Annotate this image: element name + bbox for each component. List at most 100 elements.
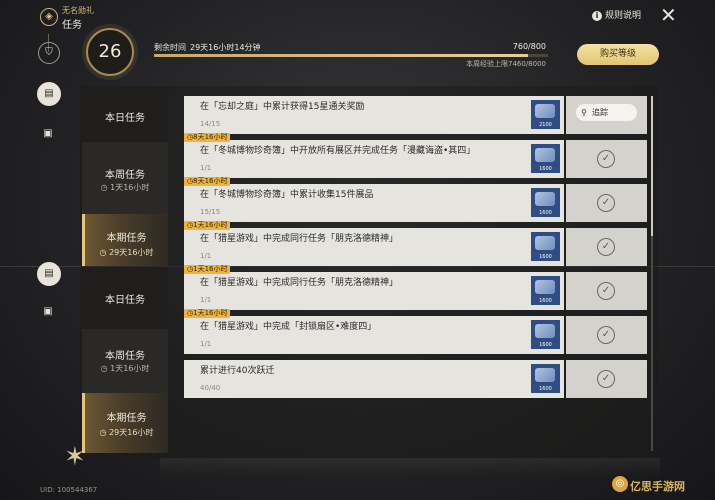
task-row: ◷1天16小时 在「猎星游戏」中完成同行任务「朋克洛德精神」 1/1 1600: [184, 221, 564, 266]
tab-weekly[interactable]: 本周任务 ◷ 1天16小时: [82, 142, 168, 214]
weekly-xp-cap: 本周经验上限7460/8000: [466, 60, 546, 68]
tab-label: 本日任务: [105, 113, 145, 124]
clock-icon: ◷: [100, 183, 111, 192]
check-circle-icon: ✓: [597, 150, 615, 168]
page-title: 任务: [62, 20, 82, 31]
task-row: ◷8天16小时 在「冬城博物珍奇簿」中累计收集15件展品 15/15 1600: [184, 177, 564, 222]
task-action-cell: ✓: [566, 272, 647, 310]
tab-timer: 29天16小时: [109, 248, 154, 257]
reward-item[interactable]: 1600: [531, 232, 560, 261]
reward-art-icon: [535, 236, 555, 250]
check-circle-icon: ✓: [597, 326, 615, 344]
reward-item[interactable]: 1600: [531, 320, 560, 349]
level-badge: 26: [86, 28, 134, 76]
task-progress: 1/1: [200, 340, 212, 348]
task-progress: 1/1: [200, 252, 212, 260]
reward-art-icon: [535, 324, 555, 338]
location-pin-icon: ⚲: [581, 108, 587, 117]
reward-item[interactable]: 1600: [531, 188, 560, 217]
track-label: 追踪: [592, 108, 608, 117]
reward-art-icon: [535, 368, 555, 382]
tab-season[interactable]: 本期任务 ◷ 29天16小时: [82, 393, 168, 453]
crystal-star-icon: ✶: [64, 442, 86, 472]
tab-label: 本周任务: [105, 170, 145, 181]
task-action-cell: ✓: [566, 184, 647, 222]
task-description: 在「猎星游戏」中完成同行任务「朋克洛德精神」: [200, 278, 399, 288]
remaining-time-value: 29天16小时14分钟: [190, 43, 261, 52]
rules-button[interactable]: i 规则说明: [592, 8, 641, 21]
track-button[interactable]: ⚲ 追踪: [576, 104, 637, 121]
task-description: 在「猎星游戏」中完成「封锁扇区•难度四」: [200, 322, 377, 332]
reward-amount: 1600: [539, 166, 552, 172]
task-timer-tag: ◷8天16小时: [184, 133, 231, 142]
task-action-cell: ✓: [566, 316, 647, 354]
tab-weekly[interactable]: 本周任务 ◷ 1天16小时: [82, 329, 168, 393]
task-action-cell: ✓: [566, 140, 647, 178]
check-circle-icon: ✓: [597, 194, 615, 212]
xp-progress-fill: [154, 54, 529, 57]
task-timer-tag: ◷8天16小时: [184, 177, 231, 186]
shop-icon[interactable]: ▣: [38, 302, 58, 322]
page-subtitle: 无名勋礼: [62, 6, 94, 15]
reward-amount: 1600: [539, 342, 552, 348]
footer-glow: [160, 458, 660, 476]
reward-amount: 1600: [539, 298, 552, 304]
reward-amount: 2100: [539, 122, 552, 128]
buy-level-button[interactable]: 购买等级: [577, 44, 659, 65]
reward-item[interactable]: 1600: [531, 144, 560, 173]
task-timer-tag: ◷1天16小时: [184, 221, 231, 230]
task-row: ◷8天16小时 在「冬城博物珍奇簿」中开放所有展区并完成任务「漫藏诲盗•其四」 …: [184, 133, 564, 178]
task-timer-tag: ◷1天16小时: [184, 265, 231, 274]
reward-item[interactable]: 2100: [531, 100, 560, 129]
honor-logo-icon: ◈: [40, 8, 58, 26]
reward-art-icon: [535, 280, 555, 294]
task-row: 累计进行40次跃迁 40/40 1600: [184, 360, 564, 398]
task-clipboard-icon[interactable]: ▤: [37, 262, 61, 286]
reward-art-icon: [535, 192, 555, 206]
task-progress: 1/1: [200, 296, 212, 304]
rules-label: 规则说明: [605, 11, 642, 21]
task-action-cell: ✓: [566, 360, 647, 398]
reward-item[interactable]: 1600: [531, 364, 560, 393]
uid-label: UID: 100544367: [40, 486, 98, 494]
tab-label: 本期任务: [106, 233, 147, 244]
task-description: 在「冬城博物珍奇簿」中累计收集15件展品: [200, 190, 374, 200]
scrollbar-thumb[interactable]: [651, 96, 653, 236]
info-icon: i: [592, 11, 602, 21]
task-description: 在「冬城博物珍奇簿」中开放所有展区并完成任务「漫藏诲盗•其四」: [200, 146, 476, 156]
tab-season[interactable]: 本期任务 ◷ 29天16小时: [82, 214, 168, 266]
reward-item[interactable]: 1600: [531, 276, 560, 305]
task-row: ◷1天16小时 在「猎星游戏」中完成同行任务「朋克洛德精神」 1/1 1600: [184, 265, 564, 310]
task-progress: 14/15: [200, 120, 221, 128]
task-description: 在「猎星游戏」中完成同行任务「朋克洛德精神」: [200, 234, 399, 244]
tab-label: 本周任务: [105, 351, 145, 362]
check-circle-icon: ✓: [597, 238, 615, 256]
shield-icon[interactable]: ⛉: [38, 42, 60, 64]
clock-icon: ◷: [99, 428, 110, 437]
tab-timer: 1天16小时: [110, 183, 150, 192]
check-circle-icon: ✓: [597, 282, 615, 300]
tab-daily[interactable]: 本日任务: [82, 267, 168, 329]
task-clipboard-icon[interactable]: ▤: [37, 82, 61, 106]
tab-daily[interactable]: 本日任务: [82, 86, 168, 142]
xp-progress-bar: [154, 54, 548, 57]
watermark-text: 亿思手游网: [630, 480, 685, 493]
task-description: 在「忘却之庭」中累计获得15星通关奖励: [200, 102, 365, 112]
tab-timer: 29天16小时: [109, 428, 154, 437]
remaining-time-label: 剩余时间: [154, 43, 186, 52]
task-timer-tag: ◷1天16小时: [184, 309, 231, 318]
task-row: ◷1天16小时 在「猎星游戏」中完成「封锁扇区•难度四」 1/1 1600: [184, 309, 564, 354]
shop-icon[interactable]: ▣: [38, 124, 58, 144]
reward-amount: 1600: [539, 386, 552, 392]
task-progress: 1/1: [200, 164, 212, 172]
check-circle-icon: ✓: [597, 370, 615, 388]
reward-art-icon: [535, 104, 555, 118]
tab-label: 本期任务: [106, 413, 147, 424]
reward-amount: 1600: [539, 254, 552, 260]
close-icon[interactable]: ✕: [660, 4, 677, 26]
reward-art-icon: [535, 148, 555, 162]
tab-label: 本日任务: [105, 295, 145, 306]
watermark-logo-icon: ◎: [612, 476, 628, 492]
reward-amount: 1600: [539, 210, 552, 216]
task-progress: 15/15: [200, 208, 221, 216]
